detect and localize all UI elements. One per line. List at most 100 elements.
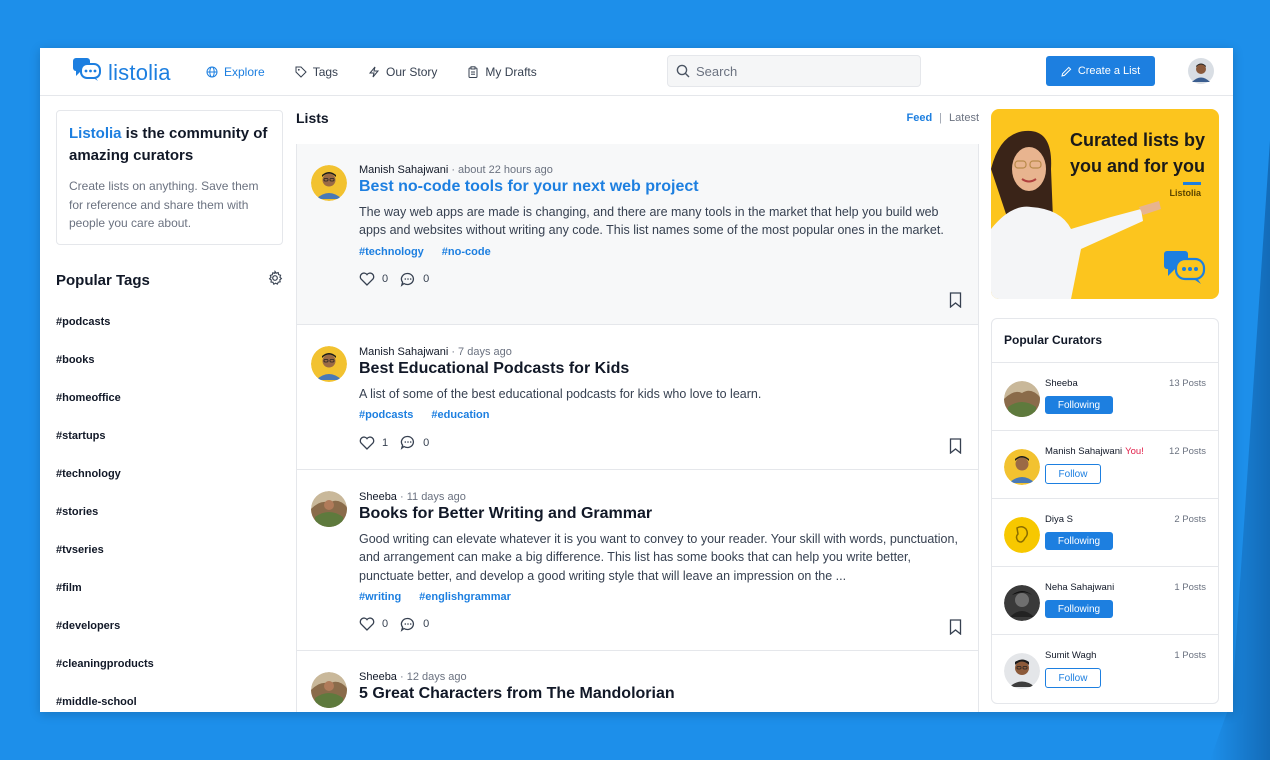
list-card[interactable]: Manish Sahajwani · 7 days ago Best Educa… [297, 325, 978, 470]
logo[interactable]: listolia [72, 57, 171, 88]
tag-link[interactable]: #books [56, 350, 154, 388]
tag-link[interactable]: #tvseries [56, 540, 154, 578]
curator-avatar[interactable] [1004, 381, 1040, 417]
author-name[interactable]: Sheeba [359, 491, 397, 503]
nav-my-drafts[interactable]: My Drafts [467, 65, 537, 79]
create-list-button[interactable]: Create a List [1046, 56, 1155, 86]
tag-link[interactable]: #cleaningproducts [56, 654, 154, 692]
promo-headline: Curated lists by you and for you [1069, 130, 1205, 176]
list-title[interactable]: Books for Better Writing and Grammar [359, 505, 962, 523]
tag-link[interactable]: #technology [56, 464, 154, 502]
like-count: 0 [382, 273, 389, 286]
heart-icon [359, 272, 375, 287]
bookmark-icon[interactable] [949, 619, 962, 640]
like-button[interactable]: 1 [359, 436, 388, 450]
comment-icon [400, 617, 415, 632]
intro-title: Listolia is the community of amazing cur… [69, 123, 270, 167]
you-badge: You! [1125, 446, 1144, 457]
sort-latest-tab[interactable]: Latest [949, 112, 979, 124]
author-avatar[interactable] [311, 491, 347, 527]
list-title[interactable]: Best no-code tools for your next web pro… [359, 178, 962, 196]
list-tag[interactable]: #no-code [442, 246, 491, 258]
author-name[interactable]: Manish Sahajwani [359, 164, 448, 176]
tag-icon [295, 66, 307, 78]
curator-name[interactable]: Neha Sahajwani [1045, 582, 1117, 593]
post-meta: Sheeba · 12 days ago [359, 671, 962, 683]
tag-link[interactable]: #developers [56, 616, 154, 654]
curator-name-text: Manish Sahajwani [1045, 446, 1123, 457]
list-tags: #writing #englishgrammar [359, 591, 962, 603]
create-list-label: Create a List [1077, 65, 1141, 77]
tag-link[interactable]: #podcasts [56, 312, 154, 350]
like-button[interactable]: 0 [359, 272, 389, 287]
like-button[interactable]: 0 [359, 617, 388, 632]
nav-explore[interactable]: Explore [206, 65, 265, 79]
curator-name-text: Neha Sahajwani [1045, 582, 1115, 593]
list-tag[interactable]: #englishgrammar [419, 591, 511, 603]
author-avatar[interactable] [311, 346, 347, 382]
curator-row: Neha Sahajwani 1 Posts Following [992, 567, 1218, 635]
search-box[interactable] [667, 55, 921, 87]
post-actions: 0 0 [359, 272, 962, 287]
following-button[interactable]: Following [1045, 600, 1113, 618]
curator-avatar[interactable] [1004, 449, 1040, 485]
tag-link[interactable]: #film [56, 578, 154, 616]
sort-feed-tab[interactable]: Feed [906, 112, 932, 124]
lists-title: Lists [296, 110, 329, 126]
search-icon [676, 64, 690, 78]
pencil-icon [1061, 66, 1072, 77]
list-tag[interactable]: #podcasts [359, 409, 413, 421]
curator-avatar[interactable] [1004, 653, 1040, 689]
curator-name[interactable]: Manish Sahajwani You! [1045, 446, 1144, 457]
list-tag[interactable]: #technology [359, 246, 424, 258]
curator-row: Sumit Wagh 1 Posts Follow [992, 635, 1218, 703]
promo-underline [1183, 182, 1201, 185]
comment-button[interactable]: 0 [400, 435, 429, 451]
curator-row: Manish Sahajwani You! 12 Posts Follow [992, 431, 1218, 499]
curator-name[interactable]: Sheeba [1045, 378, 1081, 389]
post-time: · about 22 hours ago [448, 164, 553, 176]
following-button[interactable]: Following [1045, 396, 1113, 414]
list-title[interactable]: Best Educational Podcasts for Kids [359, 360, 962, 378]
bookmark-icon[interactable] [949, 292, 962, 313]
promo-banner[interactable]: Curated lists by you and for you Listoli… [991, 109, 1219, 299]
search-input[interactable] [696, 63, 896, 79]
nav-tags[interactable]: Tags [295, 65, 338, 79]
author-name[interactable]: Sheeba [359, 671, 397, 683]
tag-link[interactable]: #homeoffice [56, 388, 154, 426]
settings-gear-icon[interactable] [267, 270, 283, 291]
list-card[interactable]: Manish Sahajwani · about 22 hours ago Be… [297, 144, 978, 325]
popular-curators-title: Popular Curators [992, 319, 1218, 363]
list-tag[interactable]: #education [431, 409, 489, 421]
curator-name-text: Diya S [1045, 514, 1073, 525]
post-time: · 7 days ago [448, 346, 512, 358]
user-avatar[interactable] [1188, 58, 1214, 84]
list-title[interactable]: 5 Great Characters from The Mandolorian [359, 685, 962, 703]
curator-avatar[interactable] [1004, 517, 1040, 553]
tag-link[interactable]: #stories [56, 502, 154, 540]
author-avatar[interactable] [311, 165, 347, 201]
curator-name[interactable]: Sumit Wagh [1045, 650, 1099, 661]
comment-button[interactable]: 0 [400, 272, 429, 287]
comment-button[interactable]: 0 [400, 617, 429, 632]
curator-name-text: Sheeba [1045, 378, 1078, 389]
nav-our-story[interactable]: Our Story [368, 65, 437, 79]
curator-name[interactable]: Diya S [1045, 514, 1076, 525]
clipboard-icon [468, 66, 478, 78]
author-name[interactable]: Manish Sahajwani [359, 346, 448, 358]
list-tag[interactable]: #writing [359, 591, 401, 603]
curator-avatar[interactable] [1004, 585, 1040, 621]
curator-row: Diya S 2 Posts Following [992, 499, 1218, 567]
intro-brand: Listolia [69, 125, 122, 142]
listolia-chat-icon [1163, 250, 1207, 291]
bookmark-icon[interactable] [949, 438, 962, 459]
tag-link[interactable]: #startups [56, 426, 154, 464]
follow-button[interactable]: Follow [1045, 668, 1101, 688]
list-card[interactable]: Sheeba · 11 days ago Books for Better Wr… [297, 470, 978, 651]
tag-link[interactable]: #middle-school [56, 692, 154, 712]
curator-post-count: 12 Posts [1169, 446, 1206, 457]
list-card[interactable]: Sheeba · 12 days ago 5 Great Characters … [297, 651, 978, 712]
follow-button[interactable]: Follow [1045, 464, 1101, 484]
author-avatar[interactable] [311, 672, 347, 708]
following-button[interactable]: Following [1045, 532, 1113, 550]
